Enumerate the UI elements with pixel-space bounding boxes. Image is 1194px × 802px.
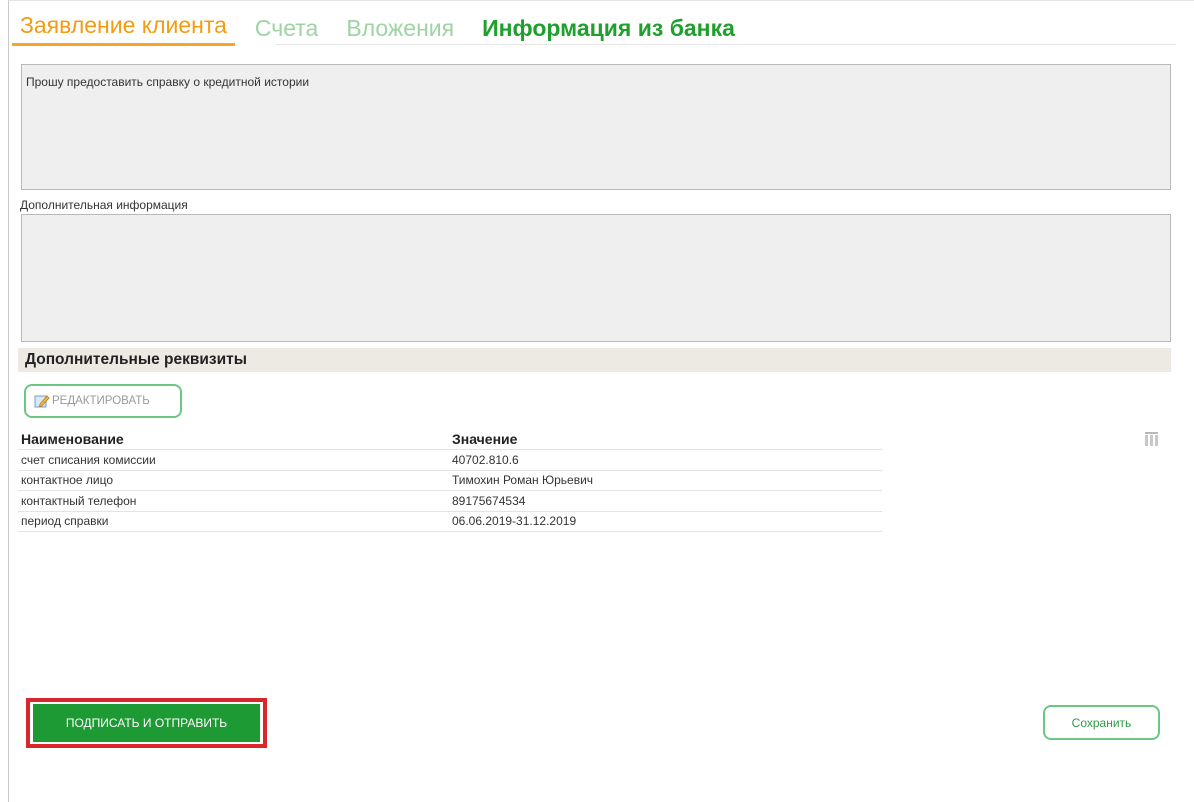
table-row[interactable]: контактное лицо Тимохин Роман Юрьевич bbox=[18, 471, 882, 491]
table-header: Наименование Значение bbox=[18, 428, 882, 450]
table-row[interactable]: период справки 06.06.2019-31.12.2019 bbox=[18, 512, 882, 532]
tab-client-request[interactable]: Заявление клиента bbox=[12, 12, 235, 46]
edit-icon bbox=[34, 393, 50, 409]
row-value: 40702.810.6 bbox=[452, 452, 519, 467]
request-text-field[interactable]: Прошу предоставить справку о кредитной и… bbox=[21, 64, 1171, 190]
table-row[interactable]: счет списания комиссии 40702.810.6 bbox=[18, 450, 882, 471]
tab-attachments[interactable]: Вложения bbox=[338, 15, 462, 46]
row-name: период справки bbox=[21, 514, 109, 529]
tab-accounts[interactable]: Счета bbox=[247, 15, 326, 46]
tabs-divider bbox=[276, 44, 1176, 45]
row-name: контактное лицо bbox=[21, 473, 114, 488]
row-value: 89175674534 bbox=[452, 493, 526, 508]
row-value: Тимохин Роман Юрьевич bbox=[452, 473, 594, 488]
edit-button-label: РЕДАКТИРОВАТЬ bbox=[52, 395, 150, 407]
requisites-section-title: Дополнительные реквизиты bbox=[18, 348, 1171, 372]
requisites-table: Наименование Значение счет списания коми… bbox=[18, 428, 882, 532]
additional-info-label: Дополнительная информация bbox=[20, 198, 188, 212]
edit-requisites-button[interactable]: РЕДАКТИРОВАТЬ bbox=[24, 384, 182, 418]
save-button[interactable]: Сохранить bbox=[1043, 705, 1160, 740]
columns-settings-icon[interactable] bbox=[1145, 432, 1158, 446]
row-name: контактный телефон bbox=[21, 493, 137, 508]
row-value: 06.06.2019-31.12.2019 bbox=[452, 514, 577, 529]
table-row[interactable]: контактный телефон 89175674534 bbox=[18, 491, 882, 512]
tab-bank-info[interactable]: Информация из банка bbox=[474, 15, 743, 46]
sign-and-send-button[interactable]: ПОДПИСАТЬ И ОТПРАВИТЬ bbox=[33, 704, 260, 742]
header-value: Значение bbox=[452, 430, 518, 447]
tab-bar: Заявление клиента Счета Вложения Информа… bbox=[12, 12, 755, 46]
header-name: Наименование bbox=[21, 430, 124, 447]
row-name: счет списания комиссии bbox=[21, 452, 156, 467]
additional-info-field[interactable] bbox=[21, 214, 1171, 342]
